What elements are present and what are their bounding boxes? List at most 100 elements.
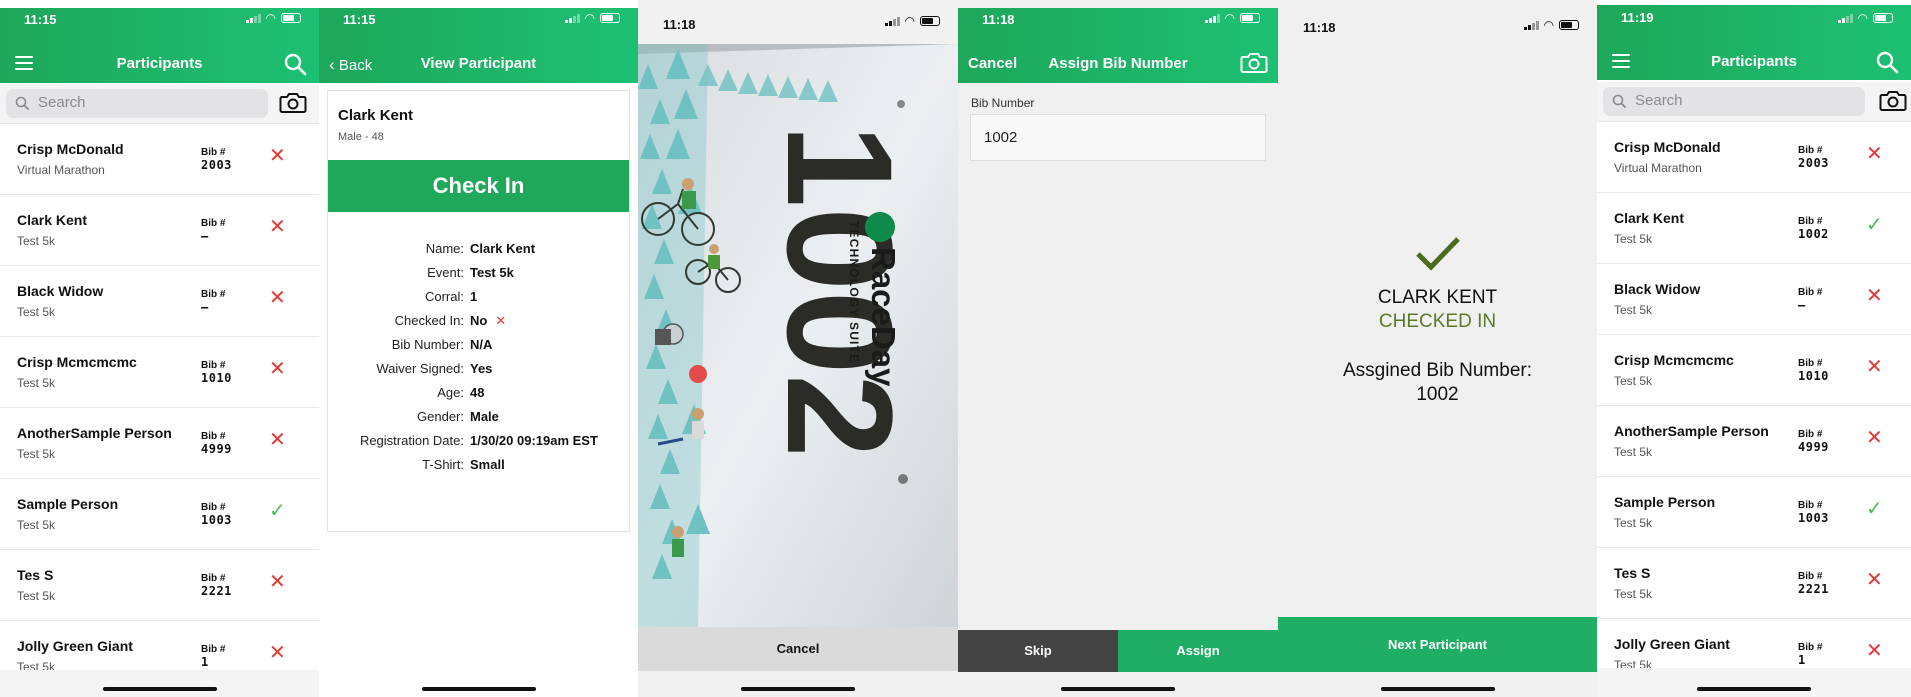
bib-photo: 1002 RaceDay TECHNOLOGY SUITE bbox=[638, 44, 958, 627]
close-icon: ✕ bbox=[1866, 285, 1883, 307]
status-bar: 11:18 ◠ bbox=[1278, 0, 1597, 35]
detail-value: Test 5k bbox=[470, 265, 514, 280]
battery-icon bbox=[1559, 20, 1579, 30]
camera-icon[interactable] bbox=[1879, 89, 1907, 113]
detail-value: 1 bbox=[470, 289, 478, 304]
assign-button[interactable]: Assign bbox=[1118, 630, 1278, 672]
wifi-icon: ◠ bbox=[1543, 18, 1554, 32]
view-participant-screen: 11:15 ◠ ‹ Back View Participant Clark Ke… bbox=[319, 0, 638, 697]
bib-label: Bib # bbox=[1798, 358, 1823, 369]
participant-name: Tes S bbox=[17, 567, 54, 583]
list-item[interactable]: AnotherSample Person Test 5k Bib #4999 ✕ bbox=[1597, 406, 1911, 477]
camera-icon[interactable] bbox=[279, 91, 307, 115]
raceday-logo-subtitle: TECHNOLOGY SUITE bbox=[847, 221, 861, 363]
detail-row: Checked In: No ✕ bbox=[328, 313, 629, 337]
bib-label: Bib # bbox=[1798, 642, 1823, 653]
signal-icon bbox=[564, 13, 580, 23]
bib-value: 1002 bbox=[1798, 227, 1829, 241]
signal-icon bbox=[245, 13, 261, 23]
participants-screen-updated: 11:19 ◠ Participants Crisp McDonald Virtu… bbox=[1597, 0, 1911, 697]
search-icon[interactable] bbox=[1875, 50, 1899, 74]
bib-number-field[interactable] bbox=[970, 114, 1266, 161]
list-item[interactable]: Tes S Test 5k Bib #2221 ✕ bbox=[0, 550, 319, 621]
search-field[interactable] bbox=[1603, 87, 1865, 116]
close-icon: ✕ bbox=[269, 642, 286, 664]
detail-label: Registration Date: bbox=[359, 433, 464, 448]
bib-value: 1003 bbox=[1798, 511, 1829, 525]
detail-row: Event: Test 5k bbox=[328, 265, 629, 289]
close-icon: ✕ bbox=[269, 145, 286, 167]
participant-name: AnotherSample Person bbox=[1614, 423, 1769, 439]
list-item[interactable]: Crisp McDonald Virtual Marathon Bib #2003 ✕ bbox=[1597, 122, 1911, 193]
wifi-icon: ◠ bbox=[1857, 11, 1868, 25]
cancel-scan-button[interactable]: Cancel bbox=[638, 627, 958, 671]
list-item[interactable]: Black Widow Test 5k Bib # – ✕ bbox=[1597, 264, 1911, 335]
bib-value: 1010 bbox=[1798, 369, 1829, 383]
battery-icon bbox=[920, 16, 940, 26]
assign-bib-screen: 11:18 ◠ Cancel Assign Bib Number Bib Num… bbox=[958, 0, 1278, 697]
status-time: 11:18 bbox=[663, 17, 696, 32]
detail-row: Name: Clark Kent bbox=[328, 241, 629, 265]
participant-name: AnotherSample Person bbox=[17, 425, 172, 441]
bib-label: Bib # bbox=[1798, 145, 1823, 156]
status-bar: 11:15 ◠ bbox=[319, 0, 638, 28]
checked-in-name: CLARK KENT bbox=[1377, 287, 1498, 308]
list-item[interactable]: Clark Kent Test 5k Bib # – ✕ bbox=[0, 195, 319, 266]
camera-viewfinder[interactable]: 1002 RaceDay TECHNOLOGY SUITE bbox=[638, 44, 958, 627]
participant-event: Test 5k bbox=[1614, 303, 1653, 317]
nav-bar: Cancel Assign Bib Number bbox=[958, 44, 1278, 84]
search-input[interactable] bbox=[38, 94, 238, 111]
list-item[interactable]: Sample Person Test 5k Bib #1003 ✓ bbox=[0, 479, 319, 550]
participant-subtitle: Male - 48 bbox=[338, 131, 384, 143]
status-time: 11:18 bbox=[982, 12, 1015, 27]
participant-event: Test 5k bbox=[1614, 232, 1653, 246]
detail-label: T-Shirt: bbox=[422, 457, 464, 472]
close-icon: ✕ bbox=[269, 358, 286, 380]
close-icon: ✕ bbox=[1866, 569, 1883, 591]
detail-value: Small bbox=[470, 457, 505, 472]
bib-label: Bib # bbox=[201, 218, 226, 229]
home-indicator bbox=[1061, 687, 1175, 691]
close-icon: ✕ bbox=[1866, 640, 1883, 662]
list-item[interactable]: Crisp Mcmcmcmc Test 5k Bib #1010 ✕ bbox=[1597, 335, 1911, 406]
participant-name: Jolly Green Giant bbox=[17, 638, 133, 654]
list-item[interactable]: Black Widow Test 5k Bib # – ✕ bbox=[0, 266, 319, 337]
search-icon[interactable] bbox=[283, 52, 307, 76]
participant-list: Crisp McDonald Virtual Marathon Bib #2003 ✕… bbox=[0, 124, 319, 692]
status-bar: 11:18 ◠ bbox=[958, 0, 1278, 28]
battery-icon bbox=[600, 13, 620, 23]
status-time: 11:15 bbox=[24, 12, 57, 27]
detail-row: Gender: Male bbox=[328, 409, 629, 433]
nav-bar: ‹ Back View Participant bbox=[319, 44, 638, 84]
bib-number-label: Bib Number bbox=[971, 96, 1035, 110]
search-input[interactable] bbox=[1635, 92, 1835, 109]
status-time: 11:15 bbox=[343, 12, 376, 27]
detail-row: Registration Date: 1/30/20 09:19am EST bbox=[328, 433, 629, 457]
skip-button[interactable]: Skip bbox=[958, 630, 1118, 672]
page-title: Participants bbox=[1711, 53, 1797, 70]
home-indicator bbox=[421, 687, 536, 691]
participant-event: Test 5k bbox=[17, 376, 56, 390]
participant-event: Test 5k bbox=[17, 234, 56, 248]
camera-icon[interactable] bbox=[1240, 51, 1268, 75]
bib-label: Bib # bbox=[1798, 216, 1823, 227]
search-field[interactable] bbox=[6, 89, 268, 118]
list-item[interactable]: Sample Person Test 5k Bib #1003 ✓ bbox=[1597, 477, 1911, 548]
bib-value: 1 bbox=[201, 655, 209, 669]
detail-row: Bib Number: N/A bbox=[328, 337, 629, 361]
list-item[interactable]: AnotherSample Person Test 5k Bib #4999 ✕ bbox=[0, 408, 319, 479]
list-item[interactable]: Clark Kent Test 5k Bib #1002 ✓ bbox=[1597, 193, 1911, 264]
list-item[interactable]: Crisp Mcmcmcmc Test 5k Bib #1010 ✕ bbox=[0, 337, 319, 408]
bib-value: 1003 bbox=[201, 513, 232, 527]
list-item[interactable]: Crisp McDonald Virtual Marathon Bib #2003 ✕ bbox=[0, 124, 319, 195]
check-in-button[interactable]: Check In bbox=[328, 160, 629, 212]
bib-value: 1010 bbox=[201, 371, 232, 385]
close-icon: ✕ bbox=[1866, 356, 1883, 378]
detail-label: Event: bbox=[427, 265, 464, 280]
status-bar: 11:19 ◠ bbox=[1597, 0, 1911, 28]
next-participant-button[interactable]: Next Participant bbox=[1278, 617, 1597, 672]
list-item[interactable]: Tes S Test 5k Bib #2221 ✕ bbox=[1597, 548, 1911, 619]
participant-name: Crisp McDonald bbox=[17, 141, 124, 157]
participant-name: Black Widow bbox=[17, 283, 104, 299]
signal-icon bbox=[1837, 13, 1853, 23]
